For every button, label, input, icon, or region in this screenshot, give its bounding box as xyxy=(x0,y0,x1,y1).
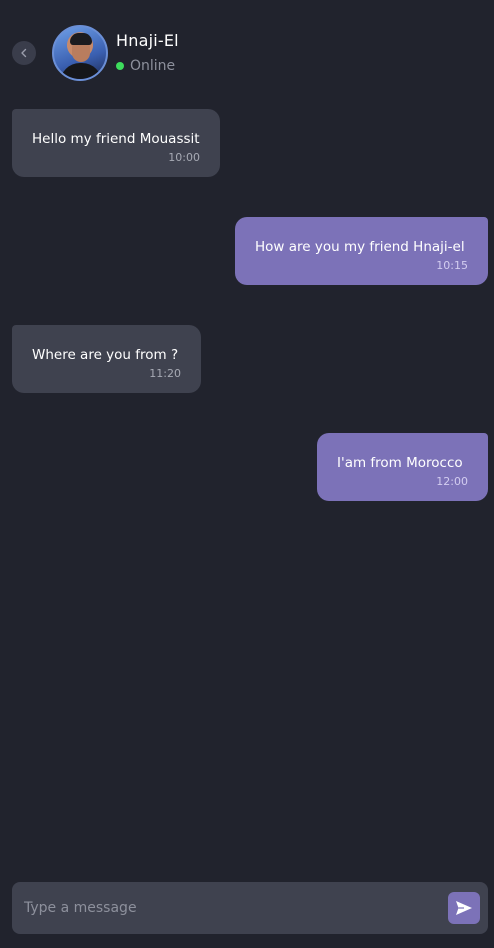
message-text: How are you my friend Hnaji-el xyxy=(255,239,465,255)
chat-header: Hnaji-El Online xyxy=(0,0,494,100)
message-time: 10:00 xyxy=(168,151,200,164)
chat-screen: Hnaji-El Online Hello my friend Mouassit… xyxy=(0,0,494,948)
message-text: Where are you from ? xyxy=(32,347,179,363)
message-input[interactable] xyxy=(24,882,444,934)
send-button[interactable] xyxy=(448,892,480,924)
online-dot-icon xyxy=(116,62,124,70)
send-icon xyxy=(456,901,472,915)
status-indicator: Online xyxy=(116,58,175,74)
status-text: Online xyxy=(130,58,176,74)
message-text: I'am from Morocco xyxy=(337,455,463,471)
message-time: 10:15 xyxy=(436,259,468,272)
message-time: 12:00 xyxy=(436,475,468,488)
message-time: 11:20 xyxy=(149,367,181,380)
message-text: Hello my friend Mouassit xyxy=(32,131,200,147)
message-bubble-outgoing[interactable]: I'am from Morocco 12:00 xyxy=(317,433,488,501)
chevron-left-icon xyxy=(21,48,27,58)
message-bubble-outgoing[interactable]: How are you my friend Hnaji-el 10:15 xyxy=(235,217,488,285)
avatar[interactable] xyxy=(52,25,108,81)
message-bubble-incoming[interactable]: Hello my friend Mouassit 10:00 xyxy=(12,109,220,177)
contact-name: Hnaji-El xyxy=(116,31,179,50)
back-button[interactable] xyxy=(12,41,36,65)
message-composer xyxy=(12,882,488,934)
message-bubble-incoming[interactable]: Where are you from ? 11:20 xyxy=(12,325,201,393)
